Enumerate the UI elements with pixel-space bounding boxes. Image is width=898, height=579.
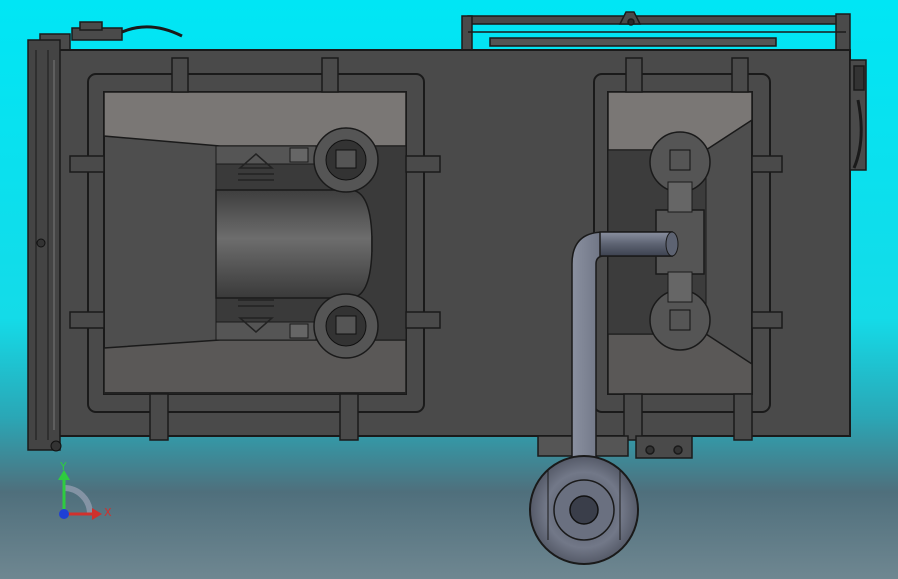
axis-triad: Y X	[58, 460, 112, 520]
left-compartment	[69, 57, 441, 441]
z-axis-marker	[59, 509, 69, 519]
x-axis-head	[92, 508, 102, 520]
cad-viewport[interactable]: Y X	[0, 0, 898, 579]
top-left-latch	[39, 21, 183, 51]
right-latch	[849, 59, 867, 171]
y-axis-label: Y	[59, 460, 67, 473]
jockey-wheel	[529, 455, 639, 565]
x-axis-label: X	[104, 506, 112, 519]
top-rail	[461, 11, 851, 53]
left-roller-top	[313, 127, 379, 193]
left-roller-bottom	[313, 293, 379, 359]
